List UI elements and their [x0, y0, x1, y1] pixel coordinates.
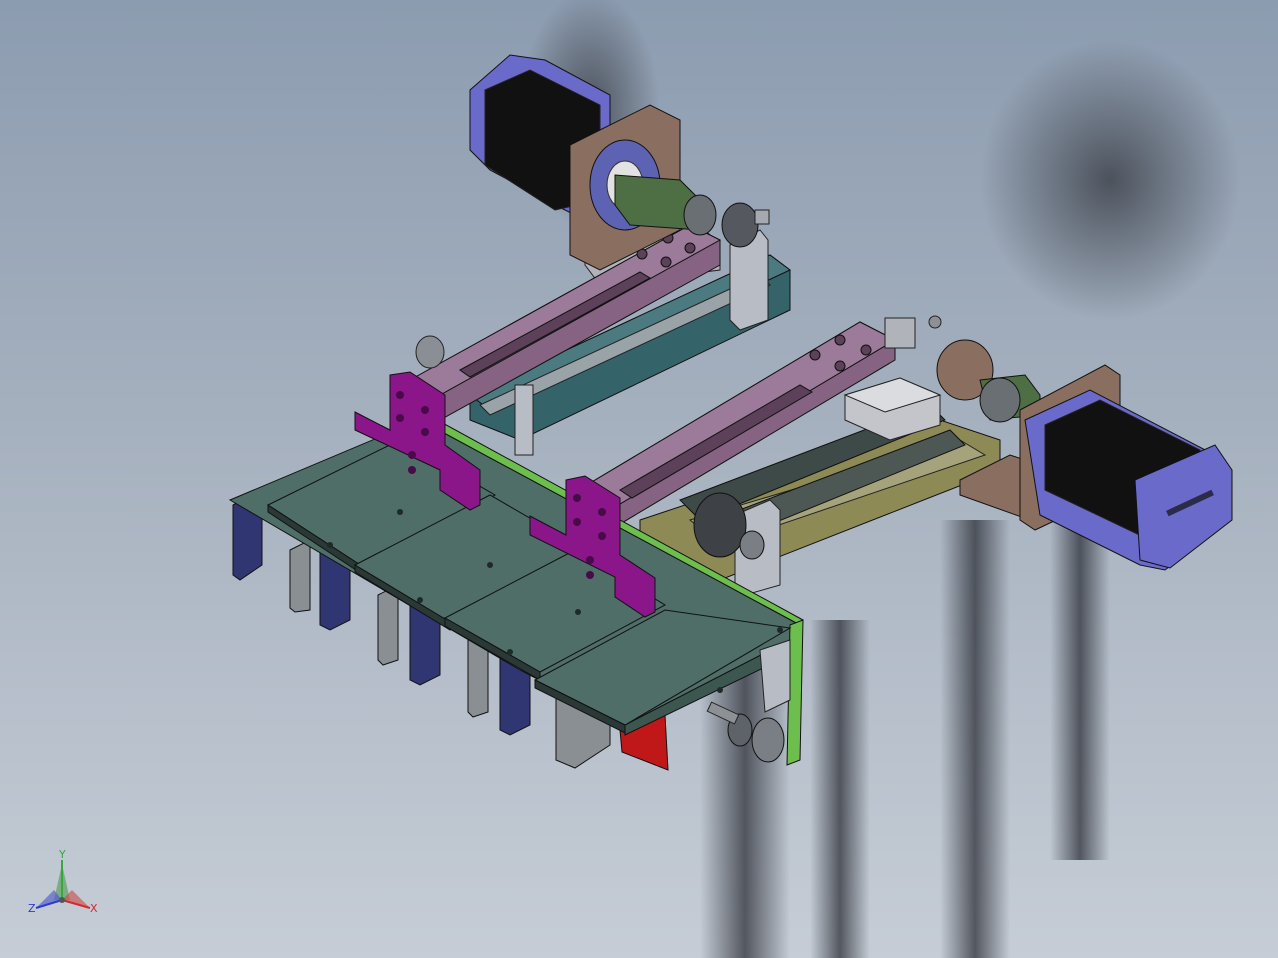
- triad-label-y: Y: [58, 848, 66, 861]
- triad-label-x: X: [90, 902, 98, 915]
- triad-origin: [59, 897, 65, 903]
- cad-viewport[interactable]: [0, 0, 1278, 958]
- triad-label-z: Z: [28, 902, 36, 915]
- axis-triad-icon[interactable]: Y Z X: [24, 842, 110, 922]
